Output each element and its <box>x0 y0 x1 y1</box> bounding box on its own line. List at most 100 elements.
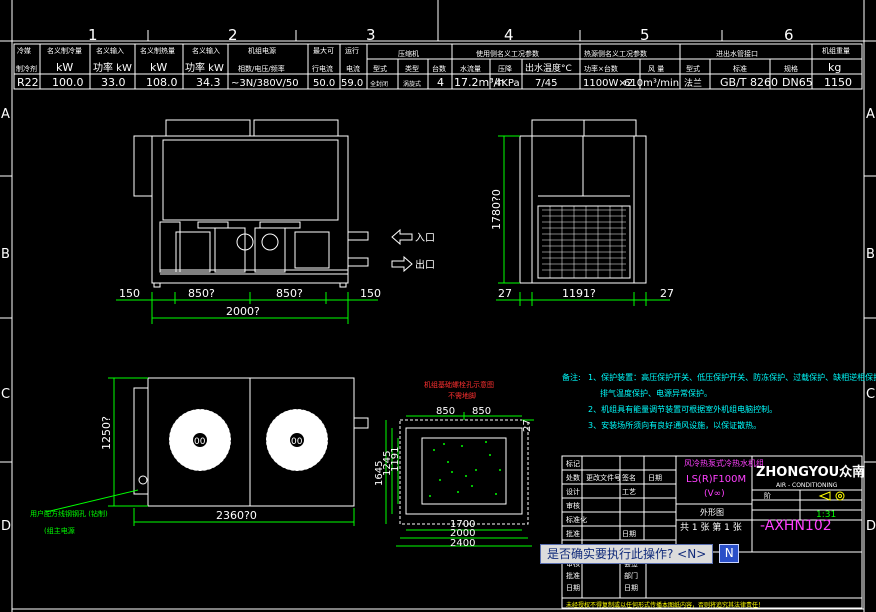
frame-number-6: 6 <box>784 26 794 44</box>
th-compressor: 压缩机 <box>398 49 419 58</box>
frame-number-1: 1 <box>88 26 98 44</box>
dim-base-850-right: 850 <box>472 406 491 417</box>
val-power-supply: ~3N/380V/50 <box>231 78 299 89</box>
notes-line-1: 1、保护装置：高压保护开关、低压保护开关、防冻保护、过载保护、缺相逆相保护装置、 <box>588 372 876 382</box>
dim-side-height: 1780?0 <box>490 189 503 230</box>
command-prompt-text: 是否确实要执行此操作? <N> <box>540 543 714 564</box>
th2-standard: 标准 <box>733 64 747 73</box>
val-weight: 1150 <box>824 76 852 89</box>
tb-stage: 阶 <box>764 491 771 500</box>
command-prompt-input[interactable]: N <box>719 544 740 563</box>
dim-top-width: 2360?0 <box>216 509 257 522</box>
val-heating-capacity: 108.0 <box>146 76 178 89</box>
th2-type: 型式 <box>373 64 387 73</box>
th2-pipe-type: 型式 <box>686 64 700 73</box>
cad-drawing-canvas[interactable]: 1 2 3 4 5 6 A B C D A B C D 冷媒 名义制冷量 名义输… <box>0 0 876 612</box>
tb-model: LS(R)F100M <box>686 474 746 485</box>
th-heating-input: 名义输入 <box>192 46 220 55</box>
notes-line-1b: 排气温度保护、电源异常保护。 <box>600 388 712 398</box>
frame-number-2: 2 <box>228 26 238 44</box>
inlet-label: 入口 <box>415 233 435 244</box>
val-running-current: 59.0 <box>341 78 363 89</box>
tb-brand: ZHONGYOU众南 <box>756 464 865 480</box>
dim-side-right: 27 <box>660 287 674 300</box>
th-max-current: 最大可 <box>313 46 334 55</box>
frame-letter-d-left: D <box>1 519 11 534</box>
dim-side-mid: 1191? <box>562 287 596 300</box>
tb-bottom-date: 日期 <box>566 584 580 592</box>
th-source-side: 热源侧名义工况参数 <box>584 49 647 58</box>
tb-group-2: 部门 <box>624 571 638 580</box>
th-power-supply: 机组电源 <box>248 46 276 55</box>
th2-flow: 水流量 <box>460 64 481 73</box>
th-user-side: 使用侧名义工况参数 <box>476 49 539 58</box>
dim-front-total: 2000? <box>226 305 260 318</box>
th-weight: 机组重量 <box>822 46 850 55</box>
frame-letter-b-right: B <box>866 247 875 262</box>
th2-count: 台数 <box>432 64 446 73</box>
val-outlet-temp: 7/45 <box>535 78 557 89</box>
frame-letter-b-left: B <box>1 247 10 262</box>
frame-letter-d-right: D <box>866 519 876 534</box>
frame-number-5: 5 <box>640 26 650 44</box>
th2-current: 电流 <box>346 64 360 73</box>
val-cooling-capacity: 100.0 <box>52 76 84 89</box>
tb-bottom-approve: 批准 <box>566 571 580 580</box>
tb-model-sub: (V∞) <box>704 489 725 499</box>
tb-row-check: 审核 <box>566 501 580 510</box>
th2-phase: 相数/电压/频率 <box>238 64 285 73</box>
val-pipe-standard: GB/T 8260 <box>720 76 778 89</box>
tb-drawing-type: 外形图 <box>700 507 724 517</box>
dim-base-850-left: 850 <box>436 406 455 417</box>
dim-top-depth: 1250? <box>100 416 113 450</box>
tb-row-design: 设计 <box>566 487 580 496</box>
th2-outlet-temp: 出水温度°C <box>525 62 572 74</box>
th2-kw-4: 功率 kW <box>185 61 224 74</box>
th2-kw-2: 功率 kW <box>93 61 132 74</box>
frame-number-3: 3 <box>366 26 376 44</box>
th-refrigerant: 冷媒 <box>17 46 31 55</box>
frame-letter-c-right: C <box>866 387 875 402</box>
frame-letter-a-left: A <box>1 107 10 122</box>
fan-left-icon: 00 <box>168 408 232 472</box>
tb-sheet: 共 1 张 第 1 张 <box>680 521 742 533</box>
th2-airflow: 风 量 <box>648 65 664 73</box>
th2-spec: 规格 <box>784 64 798 73</box>
dim-front-right: 150 <box>360 287 381 300</box>
th2-pressure-drop: 压降 <box>498 64 512 73</box>
tb-brand-sub: AIR - CONDITIONING <box>776 482 838 489</box>
notes-heading: 备注: <box>562 372 581 382</box>
dim-front-mid2: 850? <box>276 287 303 300</box>
val-pipe-spec: DN65 <box>782 76 813 89</box>
val-compressor-type: 全封闭 <box>370 80 388 88</box>
notes-line-2: 2、机组具有能量调节装置可根据室外机组电脑控制。 <box>588 404 777 414</box>
frame-letter-c-left: C <box>1 387 10 402</box>
base-title: 机组基础螺栓孔示意图 <box>424 380 494 389</box>
th2-refrigerant: 制冷剂 <box>16 64 37 73</box>
tb-row-date: 日期 <box>648 474 662 482</box>
dim-side-left: 27 <box>498 287 512 300</box>
base-subtitle: 不需地脚 <box>448 391 476 400</box>
th2-power-count: 功率×台数 <box>584 64 618 73</box>
fan-right-label: 00 <box>291 437 303 447</box>
user-note: 用户配方线钢钢孔 (钻制) <box>30 509 108 518</box>
tb-row-standardize: 标准化 <box>566 515 587 524</box>
dim-front-left: 150 <box>119 287 140 300</box>
th2-max: 行电流 <box>312 64 333 73</box>
dim-base-1191: 1191 <box>390 447 401 472</box>
val-heating-input: 34.3 <box>196 76 221 89</box>
tb-group-3: 日期 <box>624 584 638 592</box>
th-cooling-capacity: 名义制冷量 <box>47 46 82 55</box>
dim-base-2400: 2400 <box>450 538 475 549</box>
tb-bottom-note: 未经授权不得复制或以任何形式传播本图纸内容，否则将追究其法律责任！ <box>566 601 764 609</box>
fan-left-label: 00 <box>194 437 206 447</box>
val-airflow: 610m³/min <box>624 78 679 89</box>
val-cooling-input: 33.0 <box>101 76 126 89</box>
tb-product-name: 风冷热泵式冷热水机组 <box>684 458 764 468</box>
val-max-current: 50.0 <box>313 78 335 89</box>
command-prompt[interactable]: 是否确实要执行此操作? <N> N <box>540 543 740 564</box>
notes-line-3: 3、安装场所须向有良好通风设施，以保证散热。 <box>588 420 761 430</box>
val-compressor-count: 4 <box>437 76 444 89</box>
outlet-label: 出口 <box>415 258 435 271</box>
tb-row-approve: 批准 <box>566 529 580 538</box>
